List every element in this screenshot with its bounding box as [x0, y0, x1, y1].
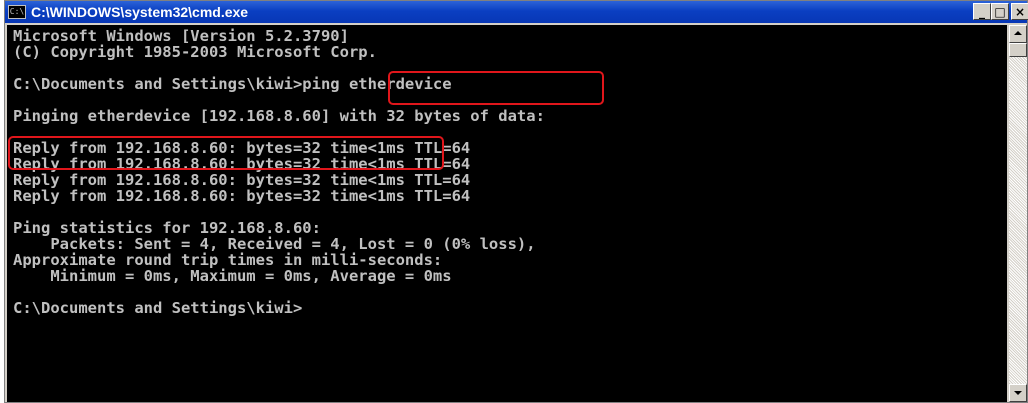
pinging-line: Pinging etherdevice [192.168.8.60] with …: [13, 107, 545, 125]
console-line: (C) Copyright 1985-2003 Microsoft Corp.: [13, 43, 377, 61]
close-button[interactable]: ×: [1011, 3, 1028, 20]
vertical-scrollbar[interactable]: [1009, 25, 1027, 402]
scroll-up-button[interactable]: [1009, 25, 1027, 43]
stats-line: Ping statistics for 192.168.8.60:: [13, 219, 321, 237]
reply-line: Reply from 192.168.8.60: bytes=32 time<1…: [13, 187, 471, 205]
console-line: Microsoft Windows [Version 5.2.3790]: [13, 27, 349, 45]
stats-line: Packets: Sent = 4, Received = 4, Lost = …: [13, 235, 536, 253]
cmd-window: C:\ C:\WINDOWS\system32\cmd.exe _ □ × Mi…: [4, 0, 1028, 403]
scroll-down-button[interactable]: [1009, 384, 1027, 402]
scroll-thumb[interactable]: [1009, 43, 1027, 57]
command-highlight: [388, 71, 604, 105]
cmd-icon[interactable]: C:\: [8, 5, 26, 19]
minimize-button[interactable]: _: [973, 3, 991, 20]
stats-line: Minimum = 0ms, Maximum = 0ms, Average = …: [13, 267, 452, 285]
title-bar[interactable]: C:\ C:\WINDOWS\system32\cmd.exe _ □ ×: [5, 1, 1028, 23]
ip-highlight: [8, 136, 444, 170]
prompt-line: C:\Documents and Settings\kiwi>: [13, 299, 303, 317]
stats-line: Approximate round trip times in milli-se…: [13, 251, 443, 269]
down-arrow-icon: [1014, 391, 1022, 395]
maximize-button[interactable]: □: [991, 3, 1009, 20]
reply-line: Reply from 192.168.8.60: bytes=32 time<1…: [13, 171, 471, 189]
up-arrow-icon: [1014, 31, 1022, 35]
window-controls: _ □ ×: [973, 3, 1028, 20]
window-title: C:\WINDOWS\system32\cmd.exe: [31, 4, 249, 20]
command-prompt-line: C:\Documents and Settings\kiwi>ping ethe…: [13, 75, 452, 93]
